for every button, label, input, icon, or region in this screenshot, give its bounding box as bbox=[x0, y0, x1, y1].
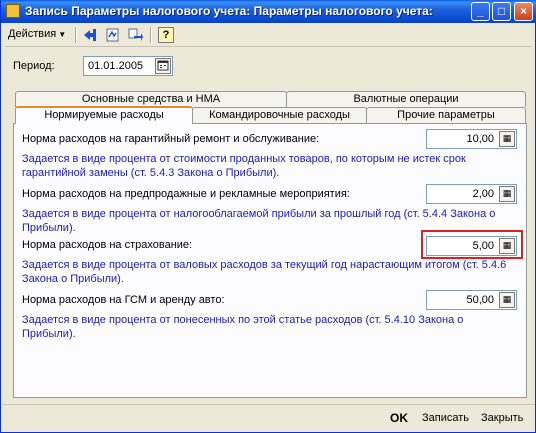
insurance-norm-label: Норма расходов на страхование: bbox=[22, 239, 193, 251]
insurance-norm-description: Задается в виде процента от валовых расх… bbox=[22, 259, 507, 285]
warranty-norm-input[interactable]: 10,00 ▦ bbox=[426, 129, 517, 149]
maximize-button[interactable]: □ bbox=[492, 2, 511, 21]
close-window-button[interactable]: × bbox=[514, 2, 533, 21]
calculator-icon[interactable]: ▦ bbox=[499, 186, 515, 202]
toolbar: Действия ▼ ? bbox=[5, 24, 531, 47]
tab-label: Валютные операции bbox=[353, 93, 459, 105]
tab-fixed-assets[interactable]: Основные средства и НМА bbox=[15, 91, 287, 107]
period-date-value: 01.01.2005 bbox=[88, 60, 144, 72]
actions-menu-label: Действия bbox=[8, 28, 57, 40]
app-icon bbox=[6, 4, 20, 18]
insurance-norm-input[interactable]: 5,00 ▦ bbox=[426, 236, 517, 256]
chevron-down-icon: ▼ bbox=[58, 30, 67, 39]
toolbar-divider bbox=[75, 27, 77, 43]
tab-currency-operations[interactable]: Валютные операции bbox=[286, 91, 526, 107]
help-icon[interactable]: ? bbox=[158, 27, 174, 43]
advertising-norm-input[interactable]: 2,00 ▦ bbox=[426, 184, 517, 204]
arrow-left-icon[interactable] bbox=[82, 27, 98, 43]
window-title: Запись Параметры налогового учета: Парам… bbox=[25, 4, 433, 18]
minimize-button[interactable]: _ bbox=[471, 2, 490, 21]
tab-label: Командировочные расходы bbox=[209, 109, 350, 121]
fuel-rent-norm-value: 50,00 bbox=[466, 294, 494, 306]
fuel-rent-norm-label: Норма расходов на ГСМ и аренду авто: bbox=[22, 294, 225, 306]
calculator-icon[interactable]: ▦ bbox=[499, 131, 515, 147]
calculator-icon[interactable]: ▦ bbox=[499, 238, 515, 254]
warranty-norm-label: Норма расходов на гарантийный ремонт и о… bbox=[22, 133, 320, 145]
fuel-rent-norm-description: Задается в виде процента от понесенных п… bbox=[22, 314, 464, 340]
tab-travel-expenses[interactable]: Командировочные расходы bbox=[192, 107, 367, 123]
bottom-button-bar: OK Записать Закрыть bbox=[2, 404, 535, 432]
warranty-norm-description: Задается в виде процента от стоимости пр… bbox=[22, 153, 466, 179]
warranty-norm-value: 10,00 bbox=[466, 133, 494, 145]
tab-label: Основные средства и НМА bbox=[81, 93, 221, 105]
period-date-field[interactable]: 01.01.2005 bbox=[83, 56, 173, 76]
calculator-icon[interactable]: ▦ bbox=[499, 292, 515, 308]
save-button[interactable]: Записать bbox=[422, 412, 469, 424]
normalized-expenses-panel: Норма расходов на гарантийный ремонт и о… bbox=[13, 123, 527, 398]
title-bar[interactable]: Запись Параметры налогового учета: Парам… bbox=[1, 0, 536, 23]
close-button[interactable]: Закрыть bbox=[481, 412, 523, 424]
calendar-icon[interactable] bbox=[155, 58, 171, 74]
actions-menu-button[interactable]: Действия ▼ bbox=[8, 28, 66, 40]
advertising-norm-label: Норма расходов на предпродажные и реклам… bbox=[22, 188, 350, 200]
structure-icon[interactable] bbox=[128, 27, 144, 43]
tab-label: Прочие параметры bbox=[397, 109, 495, 121]
fuel-rent-norm-input[interactable]: 50,00 ▦ bbox=[426, 290, 517, 310]
insurance-norm-value: 5,00 bbox=[472, 240, 494, 252]
toolbar-divider bbox=[150, 27, 152, 43]
tab-normalized-expenses[interactable]: Нормируемые расходы bbox=[15, 106, 193, 124]
advertising-norm-description: Задается в виде процента от налогооблага… bbox=[22, 208, 496, 234]
tab-label: Нормируемые расходы bbox=[44, 109, 164, 121]
tab-other-parameters[interactable]: Прочие параметры bbox=[366, 107, 526, 123]
period-label: Период: bbox=[13, 60, 55, 72]
ok-button[interactable]: OK bbox=[390, 411, 408, 425]
dialog-window: Запись Параметры налогового учета: Парам… bbox=[0, 0, 536, 433]
advertising-norm-value: 2,00 bbox=[472, 188, 494, 200]
document-movements-icon[interactable] bbox=[105, 27, 121, 43]
